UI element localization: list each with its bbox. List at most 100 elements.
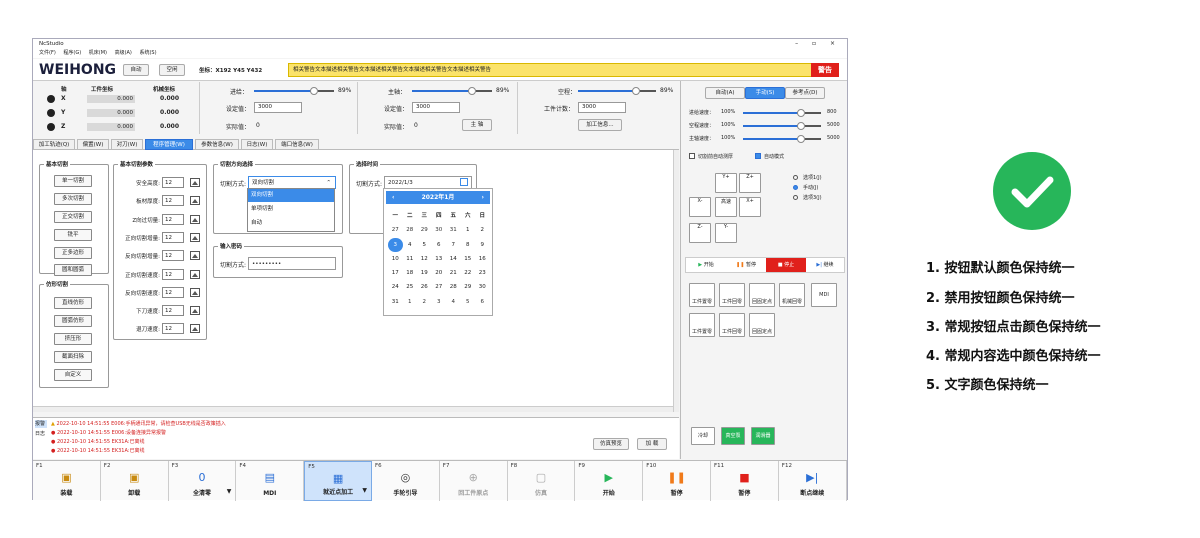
feed-slider-track[interactable] bbox=[254, 90, 312, 92]
line-shape-button[interactable]: 直线仿形 bbox=[54, 297, 92, 309]
rate-slider-handle[interactable] bbox=[797, 122, 805, 130]
calendar-day[interactable]: 14 bbox=[446, 252, 461, 266]
op-button[interactable]: 机械回零 bbox=[779, 283, 805, 307]
calendar-day[interactable]: 6 bbox=[432, 238, 447, 252]
rate-slider-handle[interactable] bbox=[797, 109, 805, 117]
calendar-day[interactable]: 18 bbox=[403, 266, 418, 280]
fkey-f2[interactable]: F2 ▣ 卸载 bbox=[101, 461, 169, 501]
custom-button[interactable]: 自定义 bbox=[54, 369, 92, 381]
jog-high-speed-button[interactable]: 高速 bbox=[715, 197, 737, 217]
chevron-left-icon[interactable]: ‹ bbox=[392, 191, 394, 204]
calendar-day[interactable]: 2 bbox=[417, 295, 432, 309]
param-input[interactable]: 12 bbox=[162, 195, 184, 207]
vertical-scrollbar[interactable] bbox=[673, 150, 679, 412]
calendar-day[interactable]: 12 bbox=[417, 252, 432, 266]
tab-path[interactable]: 加工轨迹(Q) bbox=[33, 139, 75, 150]
calendar-day[interactable]: 16 bbox=[475, 252, 490, 266]
option3-radio[interactable] bbox=[793, 195, 798, 200]
calendar-day[interactable]: 24 bbox=[388, 280, 403, 294]
ortho-cut-button[interactable]: 正交切割 bbox=[54, 211, 92, 223]
vacuum-button[interactable]: 真空泵 bbox=[721, 427, 745, 445]
param-input[interactable]: 12 bbox=[162, 231, 184, 243]
calendar-day[interactable]: 21 bbox=[446, 266, 461, 280]
auto-measure-checkbox[interactable] bbox=[689, 153, 695, 159]
feed-slider-handle[interactable] bbox=[310, 87, 318, 95]
fkey-f8[interactable]: F8 ▢ 仿真 bbox=[508, 461, 576, 501]
spindle-slider-handle[interactable] bbox=[468, 87, 476, 95]
calendar-day[interactable]: 15 bbox=[461, 252, 476, 266]
rapid-slider-track[interactable] bbox=[578, 90, 634, 92]
rate-slider-track[interactable] bbox=[743, 138, 803, 140]
calendar-day[interactable]: 6 bbox=[475, 295, 490, 309]
arc-shape-button[interactable]: 圆弧仿形 bbox=[54, 315, 92, 327]
calendar-day[interactable]: 3 bbox=[432, 295, 447, 309]
op-button[interactable]: 工件置零 bbox=[689, 283, 715, 307]
coolant-button[interactable]: 冷却 bbox=[691, 427, 715, 445]
op-button[interactable]: 回固定点 bbox=[749, 313, 775, 337]
param-input[interactable]: 12 bbox=[162, 177, 184, 188]
jog-x-minus-button[interactable]: X- bbox=[689, 197, 711, 217]
calendar-day[interactable]: 4 bbox=[446, 295, 461, 309]
image-icon[interactable] bbox=[190, 178, 200, 187]
jog-y-minus-button[interactable]: Y- bbox=[715, 223, 737, 243]
calendar-day[interactable]: 11 bbox=[403, 252, 418, 266]
horizontal-scrollbar[interactable] bbox=[33, 406, 673, 412]
calendar-day[interactable]: 31 bbox=[446, 223, 461, 237]
calendar-day[interactable]: 28 bbox=[446, 280, 461, 294]
calendar-day[interactable]: 9 bbox=[475, 238, 490, 252]
fkey-f3[interactable]: F3 0 全清零 ▼ bbox=[169, 461, 237, 501]
param-input[interactable]: 12 bbox=[162, 305, 184, 317]
password-input[interactable]: ••••••••• bbox=[248, 257, 336, 270]
calendar-day[interactable]: 13 bbox=[432, 252, 447, 266]
manual-radio[interactable] bbox=[793, 185, 798, 190]
chevron-down-icon[interactable]: ▼ bbox=[362, 487, 367, 494]
calendar-day[interactable]: 10 bbox=[388, 252, 403, 266]
mode-reference[interactable]: 参考点(D) bbox=[785, 87, 825, 99]
option-single[interactable]: 单项切割 bbox=[248, 202, 334, 216]
fkey-f1[interactable]: F1 ▣ 装载 bbox=[33, 461, 101, 501]
menu-program[interactable]: 程序(G) bbox=[63, 50, 81, 56]
calendar-day[interactable]: 30 bbox=[432, 223, 447, 237]
rate-slider-track[interactable] bbox=[743, 112, 803, 114]
jog-y-plus-button[interactable]: Y+ bbox=[715, 173, 737, 193]
calendar-day[interactable]: 25 bbox=[403, 280, 418, 294]
option1-radio[interactable] bbox=[793, 175, 798, 180]
tab-port[interactable]: 端口信息(W) bbox=[275, 139, 319, 150]
op-button[interactable]: 工件置零 bbox=[689, 313, 715, 337]
fkey-f6[interactable]: F6 ◎ 手轮引导 bbox=[372, 461, 440, 501]
jog-x-plus-button[interactable]: X+ bbox=[739, 197, 761, 217]
sim-preview-button[interactable]: 仿真预览 bbox=[593, 438, 629, 450]
image-icon[interactable] bbox=[190, 251, 200, 261]
fkey-f5[interactable]: F5 ▦ 就近点加工 ▼ bbox=[304, 461, 372, 501]
image-icon[interactable] bbox=[190, 324, 200, 334]
image-icon[interactable] bbox=[190, 287, 200, 297]
param-input[interactable]: 12 bbox=[162, 250, 184, 262]
calendar-day[interactable]: 31 bbox=[388, 295, 403, 309]
menu-machine[interactable]: 机床(M) bbox=[89, 50, 107, 56]
param-input[interactable]: 12 bbox=[162, 213, 184, 225]
param-input[interactable]: 12 bbox=[162, 286, 184, 298]
jog-z-plus-button[interactable]: Z+ bbox=[739, 173, 761, 193]
option-bidirectional[interactable]: 双向切割 bbox=[248, 189, 334, 202]
mode-manual[interactable]: 手动(S) bbox=[745, 87, 785, 99]
chevron-right-icon[interactable]: › bbox=[482, 191, 484, 204]
calendar-day[interactable]: 19 bbox=[417, 266, 432, 280]
polygon-button[interactable]: 正多边形 bbox=[54, 247, 92, 259]
calendar-day[interactable]: 1 bbox=[461, 223, 476, 237]
menu-system[interactable]: 系统(S) bbox=[139, 50, 156, 56]
calendar-day[interactable]: 26 bbox=[417, 280, 432, 294]
rapid-slider-handle[interactable] bbox=[632, 87, 640, 95]
fkey-f4[interactable]: F4 ▤ MDI bbox=[236, 461, 305, 501]
calendar-day[interactable]: 20 bbox=[432, 266, 447, 280]
op-button[interactable]: 工件回零 bbox=[719, 283, 745, 307]
pause-run-button[interactable]: ❚❚ 暂停 bbox=[726, 258, 766, 272]
single-cut-button[interactable]: 单一切割 bbox=[54, 175, 92, 187]
param-input[interactable]: 12 bbox=[162, 268, 184, 280]
window-controls[interactable]: – ▫ × bbox=[795, 39, 841, 49]
calendar-icon[interactable] bbox=[460, 178, 468, 186]
calendar-day[interactable]: 27 bbox=[388, 223, 403, 237]
image-icon[interactable] bbox=[190, 232, 200, 242]
feed-set-input[interactable]: 3000 bbox=[254, 102, 302, 113]
calendar-day[interactable]: 23 bbox=[475, 266, 490, 280]
fkey-f9[interactable]: F9 ▶ 开始 bbox=[575, 461, 644, 501]
